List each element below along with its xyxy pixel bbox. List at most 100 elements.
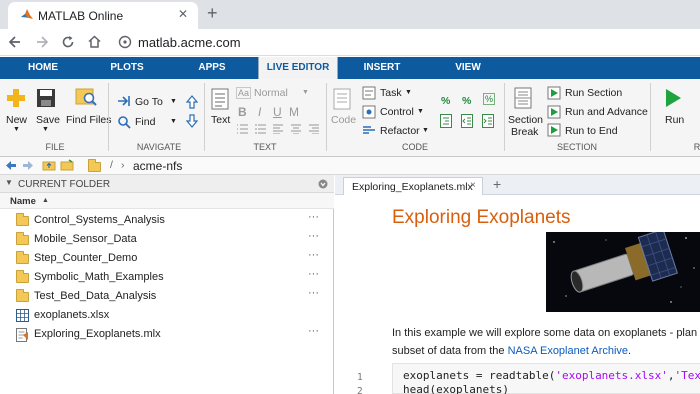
name-column-header[interactable]: Name ▲ xyxy=(0,193,334,209)
new-editor-tab-icon[interactable]: + xyxy=(493,176,501,192)
monospace-button[interactable]: M xyxy=(289,105,299,119)
document-title[interactable]: Exploring Exoplanets xyxy=(392,207,571,229)
comment-icon[interactable]: % xyxy=(441,95,450,107)
arrow-up-icon[interactable] xyxy=(186,95,198,109)
arrow-down-icon[interactable] xyxy=(186,114,198,128)
tab-live-editor[interactable]: LIVE EDITOR xyxy=(258,57,338,79)
control-button[interactable]: Control xyxy=(380,106,414,118)
run-to-end-button[interactable]: Run to End xyxy=(565,125,618,137)
task-icon[interactable] xyxy=(362,86,376,100)
back-folder-icon[interactable] xyxy=(5,160,17,171)
forward-icon[interactable] xyxy=(35,35,49,49)
align-center-icon[interactable] xyxy=(290,124,302,134)
find-dropdown-icon[interactable]: ▼ xyxy=(170,118,177,125)
section-break-button-line1[interactable]: Section xyxy=(508,114,543,126)
run-to-end-icon[interactable] xyxy=(547,123,561,137)
run-section-icon[interactable] xyxy=(547,86,561,100)
find-button[interactable]: Find xyxy=(135,116,155,128)
control-dropdown-icon[interactable]: ▼ xyxy=(417,108,424,115)
new-icon[interactable] xyxy=(6,87,26,109)
style-aa-icon[interactable]: Aa xyxy=(236,87,252,99)
text-style-select[interactable]: Normal xyxy=(254,87,288,99)
list-item[interactable]: exoplanets.xlsx xyxy=(0,306,333,325)
current-path[interactable]: acme-nfs xyxy=(133,159,182,173)
refactor-dropdown-icon[interactable]: ▼ xyxy=(422,127,429,134)
browser-tab[interactable]: MATLAB Online ✕ xyxy=(8,2,198,29)
list-item[interactable]: Control_Systems_Analysis ··· xyxy=(0,211,333,230)
section-break-button-line2[interactable]: Break xyxy=(511,126,538,138)
editor-tab[interactable]: Exploring_Exoplanets.mlx × xyxy=(343,177,483,195)
uncomment-icon[interactable]: % xyxy=(462,95,471,107)
go-to-dropdown-icon[interactable]: ▼ xyxy=(170,98,177,105)
list-item[interactable]: Test_Bed_Data_Analysis ··· xyxy=(0,287,333,306)
new-tab-icon[interactable]: + xyxy=(207,3,218,24)
forward-folder-icon[interactable] xyxy=(22,160,34,171)
decrease-indent-icon[interactable] xyxy=(461,114,473,128)
list-item[interactable]: Exploring_Exoplanets.mlx ··· xyxy=(0,325,333,344)
numbered-list-icon[interactable] xyxy=(254,124,266,134)
bold-button[interactable]: B xyxy=(238,105,247,119)
close-tab-icon[interactable]: × xyxy=(470,180,476,191)
list-item[interactable]: Mobile_Sensor_Data ··· xyxy=(0,230,333,249)
new-dropdown-icon[interactable]: ▼ xyxy=(13,126,20,133)
browse-folder-icon[interactable] xyxy=(60,159,74,171)
run-and-advance-button[interactable]: Run and Advance xyxy=(565,106,648,118)
go-to-button[interactable]: Go To xyxy=(135,96,163,108)
collapse-icon[interactable]: ▼ xyxy=(5,178,13,187)
more-options-icon[interactable]: ··· xyxy=(308,287,319,299)
section-break-icon[interactable] xyxy=(514,87,532,109)
home-icon[interactable] xyxy=(87,34,102,49)
site-info-icon[interactable] xyxy=(118,35,132,49)
run-button[interactable]: Run xyxy=(665,114,684,126)
tab-plots[interactable]: PLOTS xyxy=(100,57,154,79)
increase-indent-icon[interactable] xyxy=(482,114,494,128)
text-style-dropdown-icon[interactable]: ▼ xyxy=(302,89,309,96)
smart-indent-icon[interactable] xyxy=(440,114,452,128)
close-icon[interactable]: ✕ xyxy=(178,7,188,21)
wrap-comments-icon[interactable]: % xyxy=(483,93,496,105)
url-input[interactable]: matlab.acme.com xyxy=(138,35,241,50)
tab-home[interactable]: HOME xyxy=(16,57,70,79)
run-icon[interactable] xyxy=(664,87,682,109)
control-icon[interactable] xyxy=(362,105,376,119)
italic-button[interactable]: I xyxy=(258,105,261,119)
save-button[interactable]: Save xyxy=(36,114,60,126)
refactor-button[interactable]: Refactor xyxy=(380,125,420,137)
back-icon[interactable] xyxy=(8,35,22,49)
more-options-icon[interactable]: ··· xyxy=(308,211,319,223)
code-block[interactable]: exoplanets = readtable('exoplanets.xlsx'… xyxy=(392,363,700,394)
up-folder-icon[interactable] xyxy=(42,159,56,171)
code-button[interactable]: Code xyxy=(331,114,356,126)
panel-options-icon[interactable] xyxy=(318,179,328,189)
new-button[interactable]: New xyxy=(6,114,27,126)
more-options-icon[interactable]: ··· xyxy=(308,249,319,261)
run-section-button[interactable]: Run Section xyxy=(565,87,622,99)
path-chevron-icon[interactable]: › xyxy=(121,159,125,171)
reload-icon[interactable] xyxy=(61,35,75,49)
list-item[interactable]: Symbolic_Math_Examples ··· xyxy=(0,268,333,287)
nasa-archive-link[interactable]: NASA Exoplanet Archive xyxy=(508,345,628,357)
task-button[interactable]: Task xyxy=(380,87,402,99)
align-left-icon[interactable] xyxy=(272,124,284,134)
tab-apps[interactable]: APPS xyxy=(187,57,237,79)
live-editor[interactable]: Exploring Exoplanets In this example we … xyxy=(335,195,700,394)
save-dropdown-icon[interactable]: ▼ xyxy=(42,126,49,133)
bulleted-list-icon[interactable] xyxy=(236,124,248,134)
refactor-icon[interactable] xyxy=(362,123,376,137)
tab-view[interactable]: VIEW xyxy=(443,57,493,79)
task-dropdown-icon[interactable]: ▼ xyxy=(405,89,412,96)
list-item[interactable]: Step_Counter_Demo ··· xyxy=(0,249,333,268)
underline-button[interactable]: U xyxy=(273,105,282,119)
more-options-icon[interactable]: ··· xyxy=(308,325,319,337)
save-icon[interactable] xyxy=(36,87,56,109)
align-right-icon[interactable] xyxy=(308,124,320,134)
text-icon[interactable] xyxy=(211,88,229,110)
more-options-icon[interactable]: ··· xyxy=(308,230,319,242)
more-options-icon[interactable]: ··· xyxy=(308,268,319,280)
go-to-icon[interactable] xyxy=(117,95,131,107)
code-icon[interactable] xyxy=(333,88,351,110)
find-files-icon[interactable] xyxy=(74,85,98,109)
intro-paragraph[interactable]: In this example we will explore some dat… xyxy=(392,324,700,360)
find-files-button[interactable]: Find Files xyxy=(66,114,112,126)
text-button[interactable]: Text xyxy=(211,114,230,126)
